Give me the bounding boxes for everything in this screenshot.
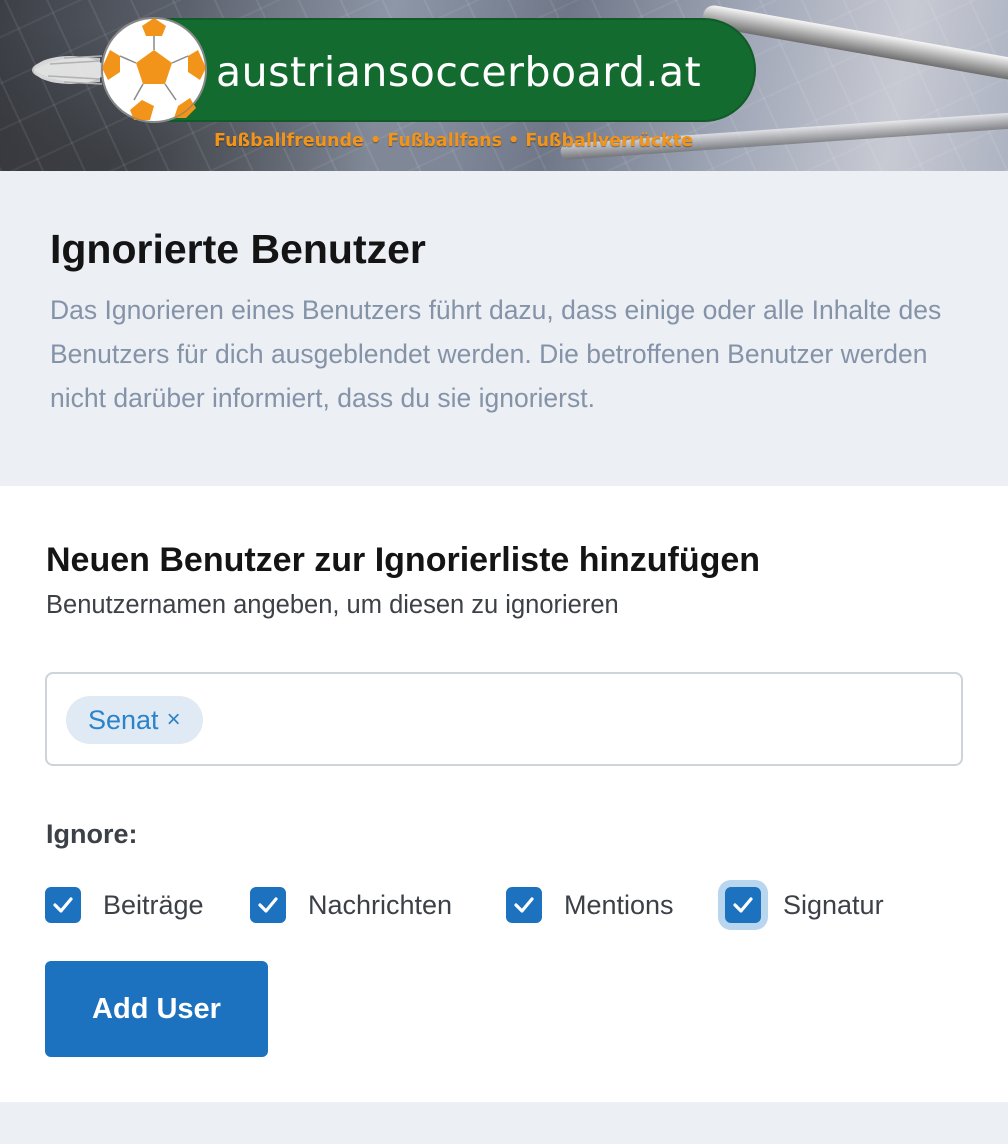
checkmark-icon (733, 897, 753, 913)
brand-tagline: Fußballfreunde • Fußballfans • Fußballve… (214, 131, 694, 151)
option-beitraege[interactable]: Beiträge (45, 886, 204, 924)
page-description: Das Ignorieren eines Benutzers führt daz… (50, 295, 942, 413)
checkmark-icon (514, 897, 534, 913)
page-title: Ignorierte Benutzer (50, 226, 426, 272)
section-title: Neuen Benutzer zur Ignorierliste hinzufü… (46, 541, 761, 579)
user-chip[interactable]: Senat × (66, 696, 203, 744)
footer-strip (0, 1102, 1008, 1144)
option-mentions[interactable]: Mentions (506, 886, 674, 924)
section-subtitle: Benutzernamen angeben, um diesen zu igno… (46, 591, 619, 619)
add-user-button[interactable]: Add User (45, 961, 268, 1057)
add-ignored-user-form: Neuen Benutzer zur Ignorierliste hinzufü… (0, 486, 1008, 1102)
username-input[interactable]: Senat × (45, 672, 963, 766)
checkmark-icon (258, 897, 278, 913)
remove-chip-icon[interactable]: × (167, 696, 181, 744)
user-chip-label: Senat (88, 705, 159, 735)
option-label: Mentions (564, 890, 674, 920)
checkbox-signatur[interactable] (725, 887, 761, 923)
site-banner[interactable]: austriansoccerboard.at Fußballfreunde • … (0, 0, 1008, 171)
checkmark-icon (53, 897, 73, 913)
option-label: Beiträge (103, 890, 204, 920)
option-nachrichten[interactable]: Nachrichten (250, 886, 452, 924)
page-header: Ignorierte Benutzer Das Ignorieren eines… (0, 171, 1008, 486)
option-signatur[interactable]: Signatur (725, 886, 884, 924)
option-label: Signatur (783, 890, 884, 920)
checkbox-nachrichten[interactable] (250, 887, 286, 923)
soccer-ball-logo-icon (32, 17, 207, 123)
checkbox-beitraege[interactable] (45, 887, 81, 923)
ignore-label: Ignore: (46, 819, 138, 849)
option-label: Nachrichten (308, 890, 453, 920)
brand-name: austriansoccerboard.at (216, 48, 702, 96)
checkbox-mentions[interactable] (506, 887, 542, 923)
